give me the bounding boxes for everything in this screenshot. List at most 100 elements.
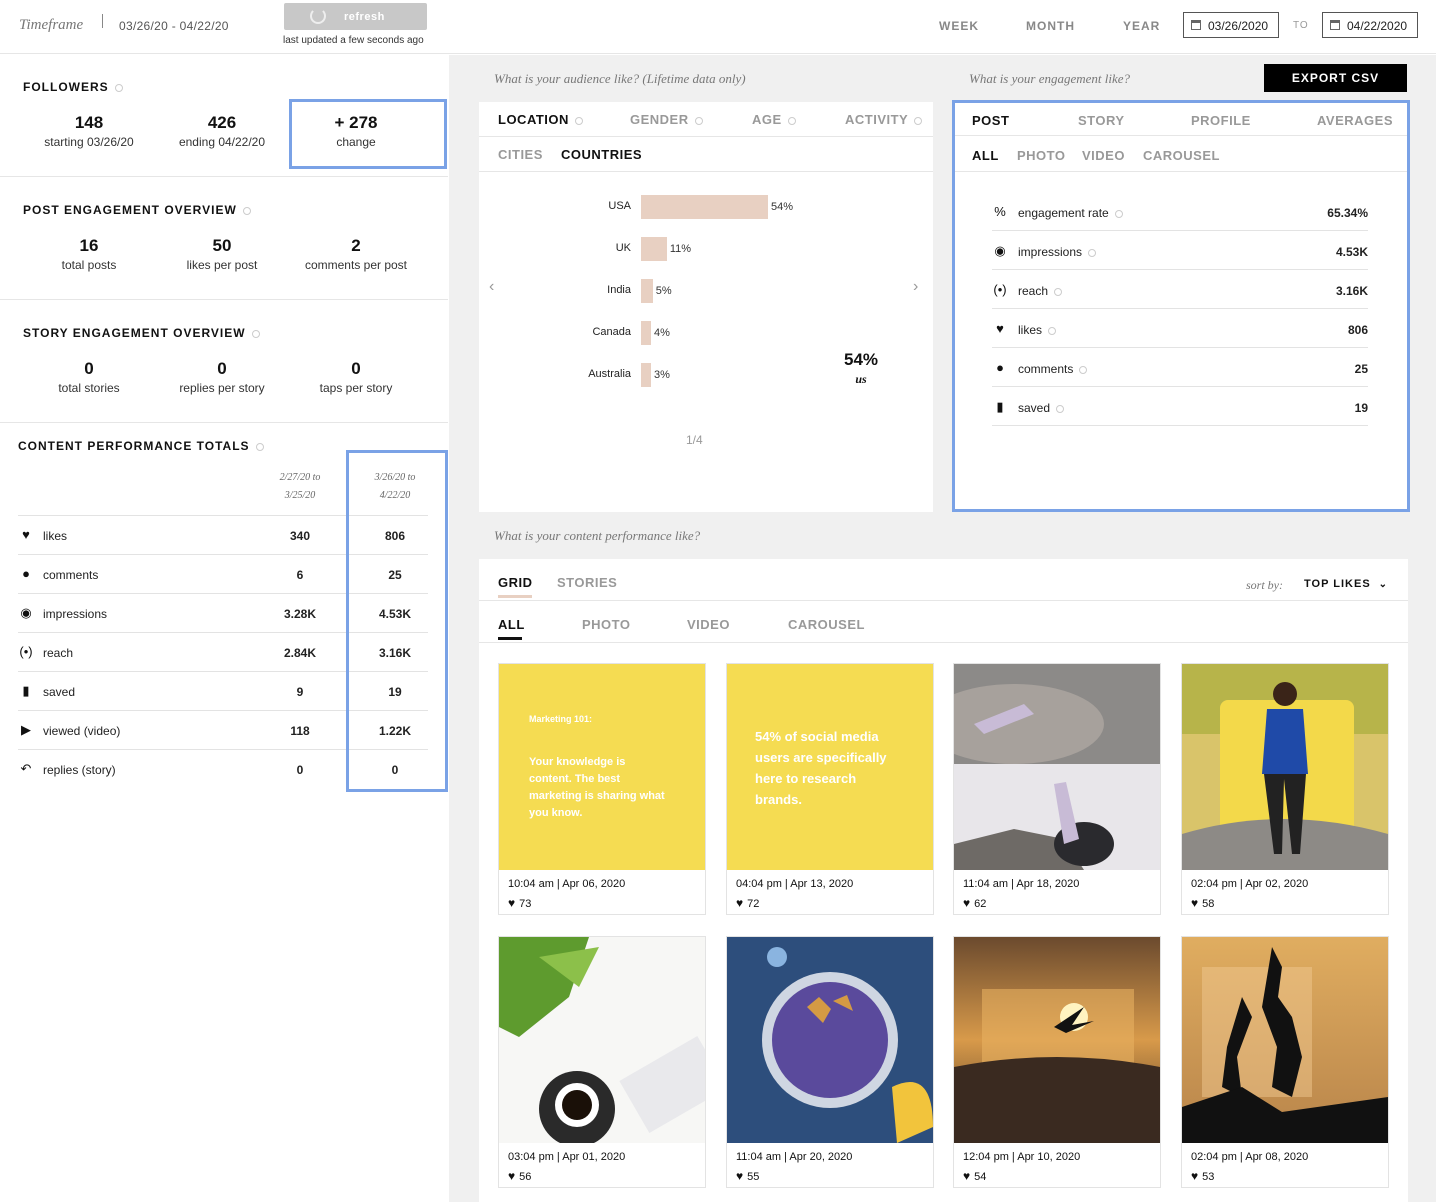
bar-value-label: 5% <box>655 285 672 297</box>
subtab-video[interactable]: VIDEO <box>687 617 730 632</box>
content-question: What is your content performance like? <box>494 528 701 543</box>
info-icon[interactable] <box>251 329 260 338</box>
row-label: saved <box>43 685 76 699</box>
row-label: engagement rate <box>1018 206 1123 220</box>
previous-value: 118 <box>290 724 310 738</box>
chevron-down-icon: ⌄ <box>1378 579 1389 590</box>
play-icon: ▶ <box>21 722 31 737</box>
post-card[interactable]: 11:04 am | Apr 20, 2020 ♥ 55 <box>726 936 934 1188</box>
bar-value-label: 54% <box>771 201 794 213</box>
subtab-photo[interactable]: PHOTO <box>1017 148 1066 163</box>
info-icon[interactable] <box>1048 326 1057 335</box>
post-card[interactable]: 03:04 pm | Apr 01, 2020 ♥ 56 <box>498 936 706 1188</box>
post-card[interactable]: 54% of social media users are specifical… <box>726 663 934 915</box>
row-label: saved <box>1018 401 1065 415</box>
row-value: 4.53K <box>1335 245 1368 259</box>
thumbnail-text: Your knowledge is content. The best mark… <box>529 756 665 819</box>
story-engagement-title: STORY ENGAGEMENT OVERVIEW <box>23 326 260 340</box>
thumbnail-text: 54% of social media users are specifical… <box>755 729 887 807</box>
chevron-right-icon[interactable]: › <box>913 278 918 296</box>
heart-icon: ♥ <box>508 896 516 910</box>
refresh-label: refresh <box>344 11 385 23</box>
row-value: 3.16K <box>1335 284 1368 298</box>
subtab-all[interactable]: ALL <box>498 617 525 632</box>
subtab-carousel[interactable]: CAROUSEL <box>788 617 865 632</box>
post-card[interactable]: Marketing 101: Your knowledge is content… <box>498 663 706 915</box>
subtab-cities[interactable]: CITIES <box>498 147 543 162</box>
tab-stories[interactable]: STORIES <box>557 575 617 590</box>
post-thumbnail <box>499 937 705 1143</box>
period-month-button[interactable]: MONTH <box>1026 19 1075 33</box>
post-card[interactable]: 12:04 pm | Apr 10, 2020 ♥ 54 <box>953 936 1161 1188</box>
broadcast-icon: (•) <box>993 282 1007 297</box>
date-to-input[interactable]: 04/22/2020 <box>1322 12 1418 38</box>
desk-photo <box>499 937 705 1143</box>
bar <box>641 321 651 345</box>
previous-value: 340 <box>289 529 311 543</box>
tab-averages[interactable]: AVERAGES <box>1317 113 1393 128</box>
tab-story[interactable]: STORY <box>1078 113 1125 128</box>
info-icon[interactable] <box>255 442 264 451</box>
refresh-button[interactable]: refresh <box>284 3 427 30</box>
row-value: 25 <box>1354 362 1368 376</box>
silhouette-photo <box>1182 937 1388 1143</box>
info-icon[interactable] <box>1056 404 1065 413</box>
subtab-photo[interactable]: PHOTO <box>582 617 631 632</box>
post-card[interactable]: 02:04 pm | Apr 02, 2020 ♥ 58 <box>1181 663 1389 915</box>
period-week-button[interactable]: WEEK <box>939 19 979 33</box>
last-updated-text: last updated a few seconds ago <box>283 35 424 46</box>
heart-icon: ♥ <box>508 1169 516 1183</box>
post-thumbnail: Marketing 101: Your knowledge is content… <box>499 664 705 870</box>
tab-post[interactable]: POST <box>972 113 1009 128</box>
info-icon[interactable] <box>1114 209 1123 218</box>
subtab-video[interactable]: VIDEO <box>1082 148 1125 163</box>
post-card[interactable]: 02:04 pm | Apr 08, 2020 ♥ 53 <box>1181 936 1389 1188</box>
info-icon[interactable] <box>1054 287 1063 296</box>
post-card[interactable]: 11:04 am | Apr 18, 2020 ♥ 62 <box>953 663 1161 915</box>
post-thumbnail <box>1182 664 1388 870</box>
subtab-carousel[interactable]: CAROUSEL <box>1143 148 1220 163</box>
engagement-card: POST STORY PROFILE AVERAGES ALL PHOTO VI… <box>952 100 1410 512</box>
engagement-row: % engagement rate 65.34% <box>992 192 1368 231</box>
info-icon[interactable] <box>114 83 123 92</box>
bookmark-icon: ▮ <box>996 399 1004 414</box>
info-icon[interactable] <box>1088 248 1097 257</box>
post-likes: ♥ 62 <box>963 896 987 910</box>
audience-card: LOCATION GENDER AGE ACTIVITY CITIES COUN… <box>479 102 933 512</box>
tab-activity[interactable]: ACTIVITY <box>845 112 923 127</box>
tab-profile[interactable]: PROFILE <box>1191 113 1251 128</box>
info-icon <box>574 116 583 125</box>
info-icon[interactable] <box>242 206 251 215</box>
heart-icon: ♥ <box>1191 896 1199 910</box>
tab-location[interactable]: LOCATION <box>498 112 583 127</box>
comment-icon: ● <box>22 566 30 581</box>
tab-gender[interactable]: GENDER <box>630 112 703 127</box>
followers-starting: 148 starting 03/26/20 <box>44 113 134 149</box>
tab-age[interactable]: AGE <box>752 112 796 127</box>
info-icon <box>694 116 703 125</box>
row-label: impressions <box>1018 245 1097 259</box>
engagement-question: What is your engagement like? <box>969 71 1131 86</box>
period-year-button[interactable]: YEAR <box>1123 19 1160 33</box>
post-engagement-title: POST ENGAGEMENT OVERVIEW <box>23 203 251 217</box>
bar-value-label: 11% <box>669 243 692 255</box>
divider <box>102 14 103 28</box>
info-icon[interactable] <box>1079 365 1088 374</box>
row-value: 806 <box>1347 323 1368 337</box>
chevron-left-icon[interactable]: ‹ <box>489 278 494 296</box>
post-likes: ♥ 54 <box>963 1169 987 1183</box>
previous-value: 2.84K <box>283 646 317 660</box>
bar <box>641 363 651 387</box>
tab-grid[interactable]: GRID <box>498 575 533 590</box>
subtab-countries[interactable]: COUNTRIES <box>561 147 642 162</box>
post-date: 11:04 am | Apr 20, 2020 <box>736 1151 853 1163</box>
stat-replies-per-story: 0 replies per story <box>179 359 265 395</box>
row-label: viewed (video) <box>43 724 121 738</box>
top-country-percent: 54% <box>843 350 879 369</box>
bar-value-label: 4% <box>654 327 670 339</box>
subtab-all[interactable]: ALL <box>972 148 999 163</box>
date-from-input[interactable]: 03/26/2020 <box>1183 12 1279 38</box>
sort-dropdown[interactable]: TOP LIKES ⌄ <box>1304 578 1388 590</box>
eye-icon: ◉ <box>20 605 32 620</box>
export-csv-button[interactable]: EXPORT CSV <box>1264 64 1407 92</box>
